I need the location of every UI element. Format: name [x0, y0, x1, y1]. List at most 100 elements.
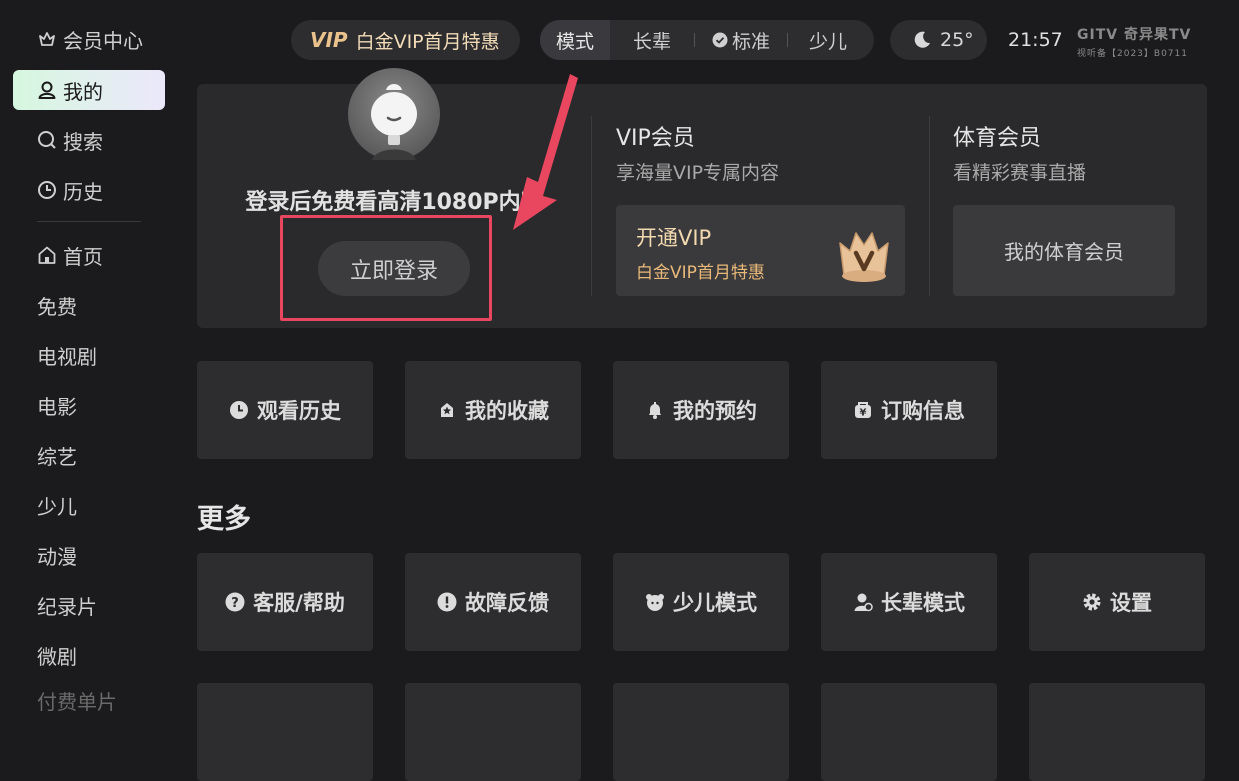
- weather-temp: 25°: [940, 29, 974, 51]
- tile-elder-mode[interactable]: 长辈模式: [821, 553, 997, 651]
- search-icon: [37, 130, 57, 150]
- sidebar-item-free[interactable]: 免费: [13, 285, 165, 325]
- tile-partial[interactable]: [1029, 683, 1205, 781]
- moon-icon: [912, 30, 932, 50]
- crown-icon: [37, 29, 57, 49]
- tile-label: 客服/帮助: [253, 591, 345, 615]
- vip-promo-text: 白金VIP首月特惠: [355, 30, 500, 53]
- weather-widget[interactable]: 25°: [890, 20, 987, 60]
- tile-label: 订购信息: [881, 399, 965, 423]
- sidebar-item-label: 我的: [63, 79, 103, 104]
- sidebar-item-member-center[interactable]: 会员中心: [13, 19, 165, 59]
- tile-order-info[interactable]: ¥ 订购信息: [821, 361, 997, 459]
- sidebar-item-anime[interactable]: 动漫: [13, 535, 165, 575]
- sidebar-item-tv-series[interactable]: 电视剧: [13, 335, 165, 375]
- mode-elder-button[interactable]: 长辈: [610, 20, 694, 60]
- sidebar-item-label: 电影: [37, 394, 77, 419]
- sidebar-item-label: 动漫: [37, 544, 77, 569]
- mode-kids-button[interactable]: 少儿: [788, 20, 868, 60]
- vip-promo-button[interactable]: VIP 白金VIP首月特惠: [291, 20, 520, 60]
- more-section-title: 更多: [197, 504, 251, 535]
- tile-partial[interactable]: [405, 683, 581, 781]
- tile-label: 故障反馈: [465, 591, 549, 615]
- kid-icon: [645, 592, 665, 612]
- open-vip-title: 开通VIP: [636, 226, 712, 250]
- login-hint: 登录后免费看高清1080P内容: [245, 190, 543, 215]
- clock-icon: [37, 180, 57, 200]
- mode-standard-label: 标准: [731, 30, 770, 53]
- star-icon: [437, 400, 457, 420]
- sidebar-item-variety[interactable]: 综艺: [13, 435, 165, 475]
- svg-text:¥: ¥: [860, 408, 867, 419]
- svg-text:?: ?: [231, 596, 239, 611]
- mode-kids-label: 少儿: [808, 30, 847, 53]
- account-card: 登录后免费看高清1080P内容 立即登录 VIP会员 享海量VIP专属内容 开通…: [197, 68, 1207, 328]
- vip-subtitle: 享海量VIP专属内容: [616, 162, 780, 184]
- open-vip-button[interactable]: 开通VIP 白金VIP首月特惠: [616, 205, 905, 296]
- brand-logo: GITV 奇异果TV 视听备【2023】B0711: [1077, 24, 1217, 59]
- sidebar-item-label: 少儿: [37, 494, 77, 519]
- sidebar-item-label: 微剧: [37, 644, 77, 669]
- sidebar-item-label: 纪录片: [37, 594, 97, 619]
- mascot-icon: [371, 84, 417, 160]
- tile-label: 观看历史: [257, 399, 341, 423]
- sidebar-item-mine[interactable]: 我的: [13, 70, 165, 110]
- sidebar-item-micro-drama[interactable]: 微剧: [13, 635, 165, 675]
- tile-label: 设置: [1110, 591, 1152, 615]
- elder-icon: [853, 592, 873, 612]
- sports-title: 体育会员: [953, 126, 1042, 151]
- purse-icon: ¥: [853, 400, 873, 420]
- sidebar: 会员中心 我的 搜索 历史 首页 免费 电视剧 电影 综艺 少儿 动漫 纪录片 …: [0, 0, 178, 714]
- sidebar-item-kids[interactable]: 少儿: [13, 485, 165, 525]
- sidebar-item-label: 历史: [63, 179, 103, 204]
- mode-standard-button[interactable]: 标准: [695, 20, 787, 60]
- sidebar-item-home[interactable]: 首页: [13, 235, 165, 275]
- check-circle-icon: [712, 32, 728, 48]
- home-icon: [37, 245, 57, 265]
- mode-label: 模式: [540, 20, 610, 60]
- sidebar-item-label: 付费单片: [37, 689, 117, 714]
- tile-settings[interactable]: 设置: [1029, 553, 1205, 651]
- question-icon: ?: [225, 592, 245, 612]
- mode-switcher: 模式 长辈 标准 少儿: [540, 20, 874, 60]
- mode-elder-label: 长辈: [632, 30, 671, 53]
- user-icon: [37, 80, 57, 100]
- sidebar-item-history[interactable]: 历史: [13, 170, 165, 210]
- tile-customer-service[interactable]: ? 客服/帮助: [197, 553, 373, 651]
- tile-label: 少儿模式: [673, 591, 757, 615]
- highlight-box: [280, 215, 492, 321]
- sidebar-item-label: 电视剧: [37, 344, 97, 369]
- sidebar-item-label: 首页: [63, 244, 103, 269]
- sports-subtitle: 看精彩赛事直播: [953, 162, 1087, 184]
- vip-crown-icon: [839, 232, 889, 282]
- tile-label: 我的预约: [673, 399, 757, 423]
- sidebar-item-label: 搜索: [63, 129, 103, 154]
- tile-partial[interactable]: [821, 683, 997, 781]
- bell-icon: [645, 400, 665, 420]
- sidebar-item-label: 综艺: [37, 444, 77, 469]
- sidebar-item-search[interactable]: 搜索: [13, 120, 165, 160]
- clock-icon: [229, 400, 249, 420]
- card-divider: [591, 116, 592, 296]
- tile-partial[interactable]: [197, 683, 373, 781]
- avatar[interactable]: [348, 68, 440, 160]
- brand-license: 视听备【2023】B0711: [1077, 49, 1188, 59]
- tile-partial[interactable]: [613, 683, 789, 781]
- gear-icon: [1082, 592, 1102, 612]
- sidebar-item-label: 会员中心: [63, 28, 143, 53]
- sidebar-item-documentary[interactable]: 纪录片: [13, 585, 165, 625]
- tile-watch-history[interactable]: 观看历史: [197, 361, 373, 459]
- tile-fault-feedback[interactable]: 故障反馈: [405, 553, 581, 651]
- my-sports-membership-button[interactable]: 我的体育会员: [953, 205, 1175, 296]
- tile-kids-mode[interactable]: 少儿模式: [613, 553, 789, 651]
- tile-favorites[interactable]: 我的收藏: [405, 361, 581, 459]
- mode-label-text: 模式: [555, 30, 594, 53]
- tile-reservations[interactable]: 我的预约: [613, 361, 789, 459]
- sidebar-item-label: 免费: [37, 294, 77, 319]
- open-vip-subtitle: 白金VIP首月特惠: [636, 263, 765, 283]
- sidebar-item-paid-movies[interactable]: 付费单片: [13, 680, 165, 720]
- card-divider: [929, 116, 930, 296]
- alert-icon: [437, 592, 457, 612]
- tile-label: 长辈模式: [881, 591, 965, 615]
- sidebar-item-movies[interactable]: 电影: [13, 385, 165, 425]
